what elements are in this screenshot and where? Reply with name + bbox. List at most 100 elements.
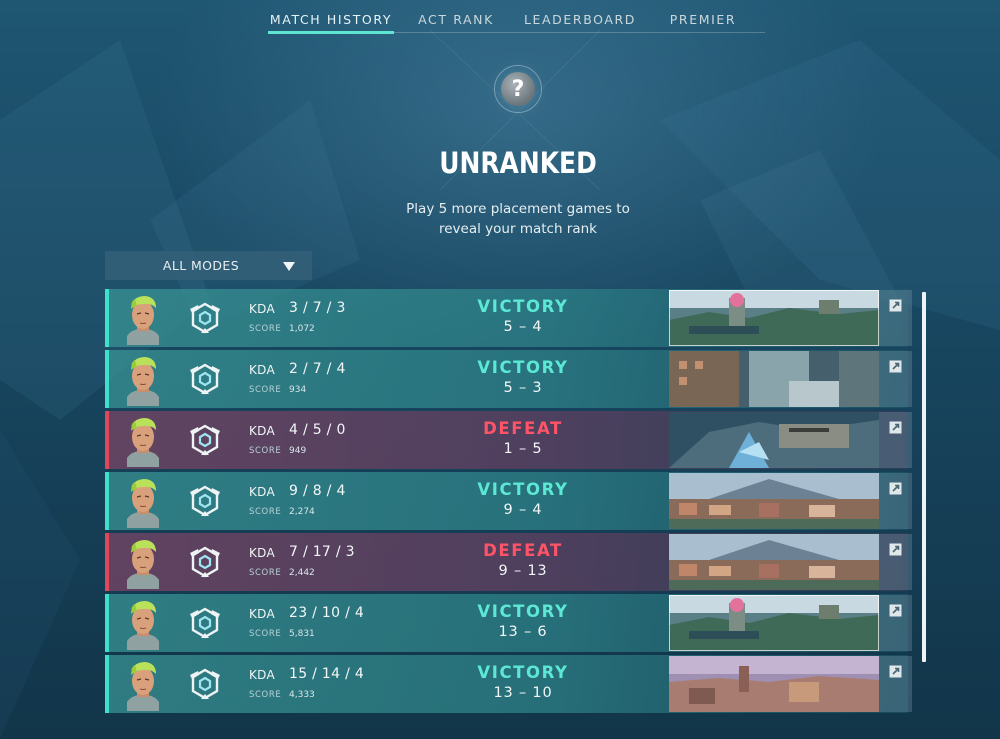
match-result: VICTORY [477,480,569,499]
match-row[interactable]: KDA 2 / 7 / 4 SCORE 934 VICTORY 5 – 3 [105,350,912,408]
map-coastal-town-thumbnail [669,534,879,590]
open-match-details-button[interactable] [879,473,912,529]
map-blue-ice-thumbnail [669,412,879,468]
score-value: 2,442 [289,568,315,578]
match-result: DEFEAT [483,419,563,438]
scrollbar[interactable] [922,292,926,662]
external-link-icon [889,299,902,312]
kda-label: KDA [249,485,276,499]
round-score: 13 – 10 [493,685,553,701]
score-label: SCORE [249,446,282,456]
score-value: 5,831 [289,629,315,639]
rank-subtitle-line-1: Play 5 more placement games to [406,201,630,217]
agent-portrait-icon [127,296,159,345]
match-result: VICTORY [477,297,569,316]
match-result: VICTORY [477,602,569,621]
question-mark-icon: ? [501,72,535,106]
round-score: 1 – 5 [503,441,543,457]
map-coastal-town-thumbnail [669,473,879,529]
agent-portrait-icon [127,418,159,467]
match-result: VICTORY [477,358,569,377]
round-score: 5 – 3 [503,380,543,396]
open-match-details-button[interactable] [879,534,912,590]
score-value: 949 [289,446,307,456]
mode-filter-label: ALL MODES [162,258,240,273]
match-row[interactable]: KDA 7 / 17 / 3 SCORE 2,442 DEFEAT 9 – 13 [105,533,912,591]
score-value: 2,274 [289,507,315,517]
external-link-icon [889,360,902,373]
rank-title: UNRANKED [439,146,597,180]
rank-subtitle-line-2: reveal your match rank [439,221,597,237]
game-mode-icon [190,546,220,578]
external-link-icon [889,665,902,678]
external-link-icon [889,604,902,617]
kda-label: KDA [249,607,276,621]
tab-leaderboard[interactable]: LEADERBOARD [520,10,640,32]
tab-match-history[interactable]: MATCH HISTORY [268,10,394,34]
agent-portrait-icon [127,540,159,589]
score-value: 1,072 [289,324,315,334]
kda-label: KDA [249,546,276,560]
agent-portrait-icon [127,662,159,711]
tab-premier[interactable]: PREMIER [660,10,746,32]
unranked-badge-icon: ? [488,59,548,119]
game-mode-icon [190,607,220,639]
round-score: 5 – 4 [503,319,543,335]
mode-filter-dropdown[interactable]: ALL MODES [105,251,312,280]
score-label: SCORE [249,324,282,334]
external-link-icon [889,421,902,434]
kda-label: KDA [249,668,276,682]
match-row[interactable]: KDA 15 / 14 / 4 SCORE 4,333 VICTORY 13 –… [105,655,912,713]
agent-portrait-icon [127,601,159,650]
round-score: 9 – 13 [498,563,548,579]
match-row[interactable]: KDA 4 / 5 / 0 SCORE 949 DEFEAT 1 – 5 [105,411,912,469]
round-score: 9 – 4 [503,502,543,518]
score-label: SCORE [249,568,282,578]
external-link-icon [889,543,902,556]
open-match-details-button[interactable] [879,595,912,651]
match-row[interactable]: KDA 9 / 8 / 4 SCORE 2,274 VICTORY 9 – 4 [105,472,912,530]
top-navigation: MATCH HISTORY ACT RANK LEADERBOARD PREMI… [268,10,765,34]
kda-value: 23 / 10 / 4 [289,605,365,621]
chevron-down-icon [283,262,295,271]
game-mode-icon [190,485,220,517]
score-label: SCORE [249,507,282,517]
match-result: DEFEAT [483,541,563,560]
kda-value: 9 / 8 / 4 [289,483,346,499]
tab-act-rank[interactable]: ACT RANK [410,10,502,32]
score-label: SCORE [249,690,282,700]
score-value: 4,333 [289,690,315,700]
game-mode-icon [190,424,220,456]
kda-label: KDA [249,363,276,377]
match-row[interactable]: KDA 23 / 10 / 4 SCORE 5,831 VICTORY 13 –… [105,594,912,652]
kda-value: 15 / 14 / 4 [289,666,365,682]
kda-label: KDA [249,424,276,438]
map-pink-tower-thumbnail [669,290,879,346]
kda-value: 4 / 5 / 0 [289,422,346,438]
kda-label: KDA [249,302,276,316]
game-mode-icon [190,363,220,395]
score-label: SCORE [249,629,282,639]
round-score: 13 – 6 [498,624,548,640]
match-history-list: KDA 3 / 7 / 3 SCORE 1,072 VICTORY 5 – 4 [105,289,921,715]
match-result: VICTORY [477,663,569,682]
kda-value: 3 / 7 / 3 [289,300,346,316]
kda-value: 2 / 7 / 4 [289,361,346,377]
rank-subtitle: Play 5 more placement games to reveal yo… [0,199,1000,239]
map-pink-tower-thumbnail [669,595,879,651]
game-mode-icon [190,302,220,334]
score-value: 934 [289,385,307,395]
open-match-details-button[interactable] [879,290,912,346]
map-purple-city-thumbnail [669,656,879,712]
score-label: SCORE [249,385,282,395]
game-mode-icon [190,668,220,700]
agent-portrait-icon [127,479,159,528]
open-match-details-button[interactable] [879,351,912,407]
open-match-details-button[interactable] [879,412,912,468]
map-urban-block-thumbnail [669,351,879,407]
match-row[interactable]: KDA 3 / 7 / 3 SCORE 1,072 VICTORY 5 – 4 [105,289,912,347]
agent-portrait-icon [127,357,159,406]
open-match-details-button[interactable] [879,656,912,712]
external-link-icon [889,482,902,495]
kda-value: 7 / 17 / 3 [289,544,355,560]
